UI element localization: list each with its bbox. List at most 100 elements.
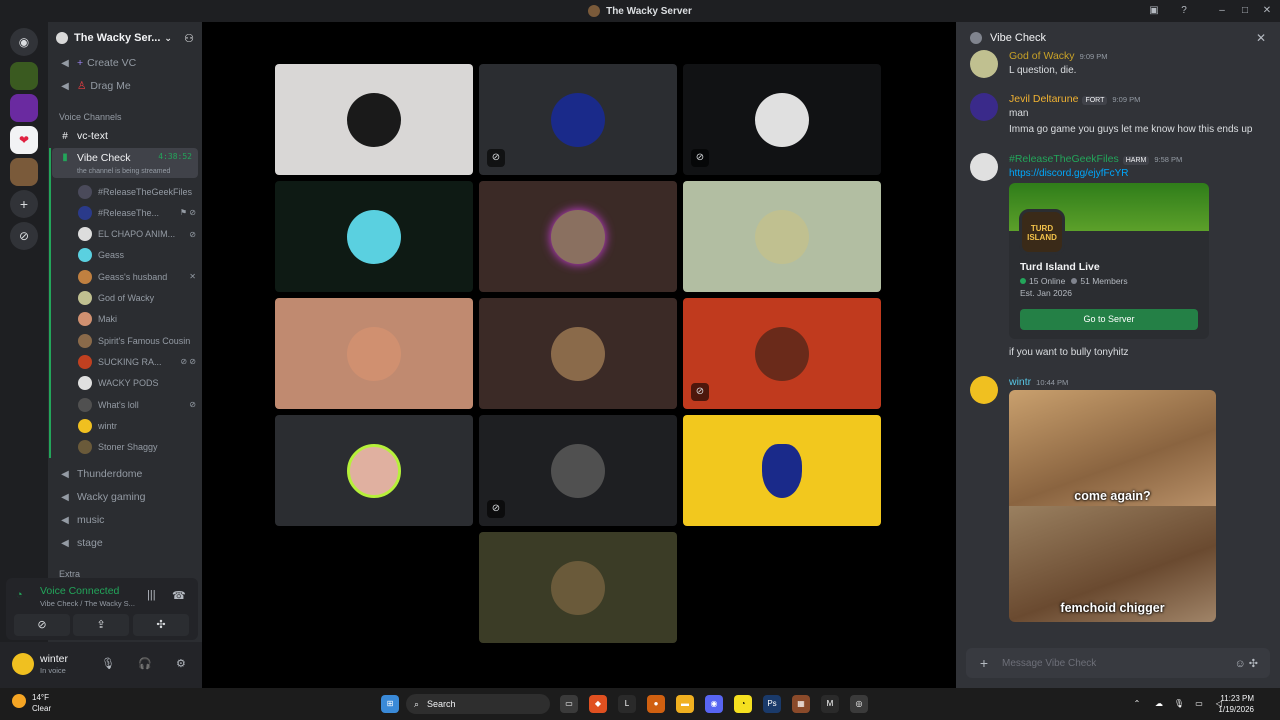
invite-icon[interactable]: ⚇	[184, 32, 194, 45]
deafened-icon: ⊘	[487, 149, 505, 167]
channel-music[interactable]: ◀ music	[52, 510, 198, 530]
voice-user[interactable]: Stoner Shaggy	[78, 438, 196, 457]
mic-tray-icon[interactable]: 🎙	[1170, 695, 1188, 713]
participant-tile[interactable]	[683, 415, 881, 526]
file-explorer-icon[interactable]: ▬	[676, 695, 694, 713]
online-dot	[1020, 278, 1026, 284]
participant-tile[interactable]: ⊘	[683, 64, 881, 175]
steam-icon[interactable]: ◎	[850, 695, 868, 713]
server-header[interactable]: The Wacky Ser... ⌄ ⚇	[48, 22, 202, 54]
participant-tile[interactable]: ⊘	[479, 415, 677, 526]
weather-widget[interactable]: 14°F Clear	[32, 692, 51, 714]
voice-user[interactable]: Spirit's Famous Cousin	[78, 331, 196, 350]
channel-label: Vibe Check	[77, 152, 131, 164]
channel-stage[interactable]: ◀ stage	[52, 533, 198, 553]
share-screen-button[interactable]: ⇪	[73, 614, 129, 636]
voice-user[interactable]: #ReleaseTheGeekFiles	[78, 182, 196, 201]
message-text: man	[1009, 108, 1029, 119]
close-icon[interactable]: ✕	[1256, 31, 1266, 45]
game-icon[interactable]: ▦	[792, 695, 810, 713]
add-server-icon[interactable]: +	[10, 190, 38, 218]
chevron-up-icon[interactable]: ⌃	[1128, 695, 1146, 713]
channel-thunderdome[interactable]: ◀ Thunderdome	[52, 464, 198, 484]
avatar[interactable]	[970, 153, 998, 181]
headphones-icon[interactable]: 🎧	[138, 657, 152, 670]
participant-tile[interactable]	[683, 181, 881, 292]
minimize-button[interactable]: –	[1214, 3, 1230, 19]
voice-user[interactable]: #ReleaseThe... ⚑ ⊘	[78, 203, 196, 222]
disconnect-icon[interactable]: ☎	[172, 589, 186, 602]
message-author[interactable]: wintr	[1009, 376, 1031, 388]
voice-user[interactable]: EL CHAPO ANIM... ⊘	[78, 225, 196, 244]
voice-user[interactable]: Geass	[78, 246, 196, 265]
channel-wacky-gaming[interactable]: ◀ Wacky gaming	[52, 487, 198, 507]
voice-user[interactable]: WACKY PODS	[78, 374, 196, 393]
app-m-icon[interactable]: M	[821, 695, 839, 713]
channel-drag-me[interactable]: ◀ ♙ Drag Me	[52, 76, 198, 96]
close-window-button[interactable]: ✕	[1259, 3, 1275, 19]
participant-tile[interactable]	[275, 298, 473, 409]
message-input[interactable]: + Message Vibe Check ☺ ✣	[966, 648, 1270, 678]
voice-user[interactable]: wintr	[78, 416, 196, 435]
avatar[interactable]	[970, 50, 998, 78]
discord-home-icon[interactable]: ◉	[10, 28, 38, 56]
participant-tile[interactable]: ⊘	[683, 298, 881, 409]
message-author[interactable]: God of Wacky	[1009, 50, 1075, 62]
participant-tile[interactable]	[275, 64, 473, 175]
maximize-button[interactable]: □	[1237, 3, 1253, 19]
network-icon[interactable]: ☁	[1150, 695, 1168, 713]
meme-image[interactable]: come again? femchoid chigger	[1009, 390, 1216, 622]
microphone-icon[interactable]: 🎙	[101, 657, 115, 670]
system-clock[interactable]: 11:23 PM 1/19/2026	[1218, 693, 1254, 715]
discord-icon[interactable]: ◉	[705, 695, 723, 713]
participant-tile[interactable]	[479, 181, 677, 292]
inbox-icon[interactable]: ▣	[1146, 3, 1162, 19]
settings-gear-icon[interactable]: ⚙	[176, 657, 186, 670]
message-author[interactable]: Jevil Deltarune	[1009, 93, 1078, 105]
channel-create-vc[interactable]: ◀ + Create VC	[52, 53, 198, 73]
avatar[interactable]	[970, 376, 998, 404]
participant-tile[interactable]	[479, 298, 677, 409]
activities-button[interactable]: ✣	[133, 614, 189, 636]
snapchat-icon[interactable]: ◔	[734, 695, 752, 713]
emoji-icon[interactable]: ☺ ✣	[1234, 657, 1258, 670]
voice-timer: 4:38:52	[158, 152, 192, 161]
noise-suppression-icon[interactable]: |||	[147, 589, 156, 601]
display-icon[interactable]: ▭	[1190, 695, 1208, 713]
server-heart-icon[interactable]: ❤	[10, 126, 38, 154]
voice-user[interactable]: What's loll ⊘	[78, 395, 196, 414]
voice-location[interactable]: Vibe Check / The Wacky S...	[40, 599, 135, 608]
voice-user[interactable]: SUCKING RA... ⊘ ⊘	[78, 352, 196, 371]
guild-tag: FORT	[1082, 96, 1108, 105]
server-purple-icon[interactable]	[10, 94, 38, 122]
participant-tile[interactable]	[275, 181, 473, 292]
help-icon[interactable]: ?	[1176, 3, 1192, 19]
category-voice-channels[interactable]: Voice Channels	[59, 112, 122, 122]
message-author[interactable]: #ReleaseTheGeekFiles	[1009, 153, 1119, 165]
go-to-server-button[interactable]: Go to Server	[1020, 309, 1198, 330]
server-wacky-icon[interactable]	[10, 158, 38, 186]
voice-user[interactable]: Geass's husband ✕	[78, 267, 196, 286]
live-app-icon[interactable]: L	[618, 695, 636, 713]
server-turd-island-icon[interactable]	[10, 62, 38, 90]
participant-tile[interactable]	[479, 532, 677, 643]
avatar[interactable]	[12, 653, 34, 675]
attach-plus-icon[interactable]: +	[966, 655, 1002, 671]
photoshop-icon[interactable]: Ps	[763, 695, 781, 713]
brave-icon[interactable]: ◆	[589, 695, 607, 713]
avatar	[78, 291, 92, 305]
voice-user[interactable]: Maki	[78, 310, 196, 329]
invite-link[interactable]: https://discord.gg/ejyfFcYR	[1009, 168, 1129, 179]
participant-tile[interactable]	[275, 415, 473, 526]
taskbar-search[interactable]: ⌕ Search	[406, 694, 550, 714]
participant-tile[interactable]: ⊘	[479, 64, 677, 175]
app-icon[interactable]: ●	[647, 695, 665, 713]
task-view-icon[interactable]: ▭	[560, 695, 578, 713]
start-icon[interactable]: ⊞	[381, 695, 399, 713]
participant-avatar	[551, 326, 605, 381]
channel-vc-text[interactable]: # vc-text	[52, 126, 198, 146]
avatar[interactable]	[970, 93, 998, 121]
voice-user[interactable]: God of Wacky	[78, 289, 196, 308]
video-off-button[interactable]: ⊘	[14, 614, 70, 636]
discover-icon[interactable]: ⊘	[10, 222, 38, 250]
